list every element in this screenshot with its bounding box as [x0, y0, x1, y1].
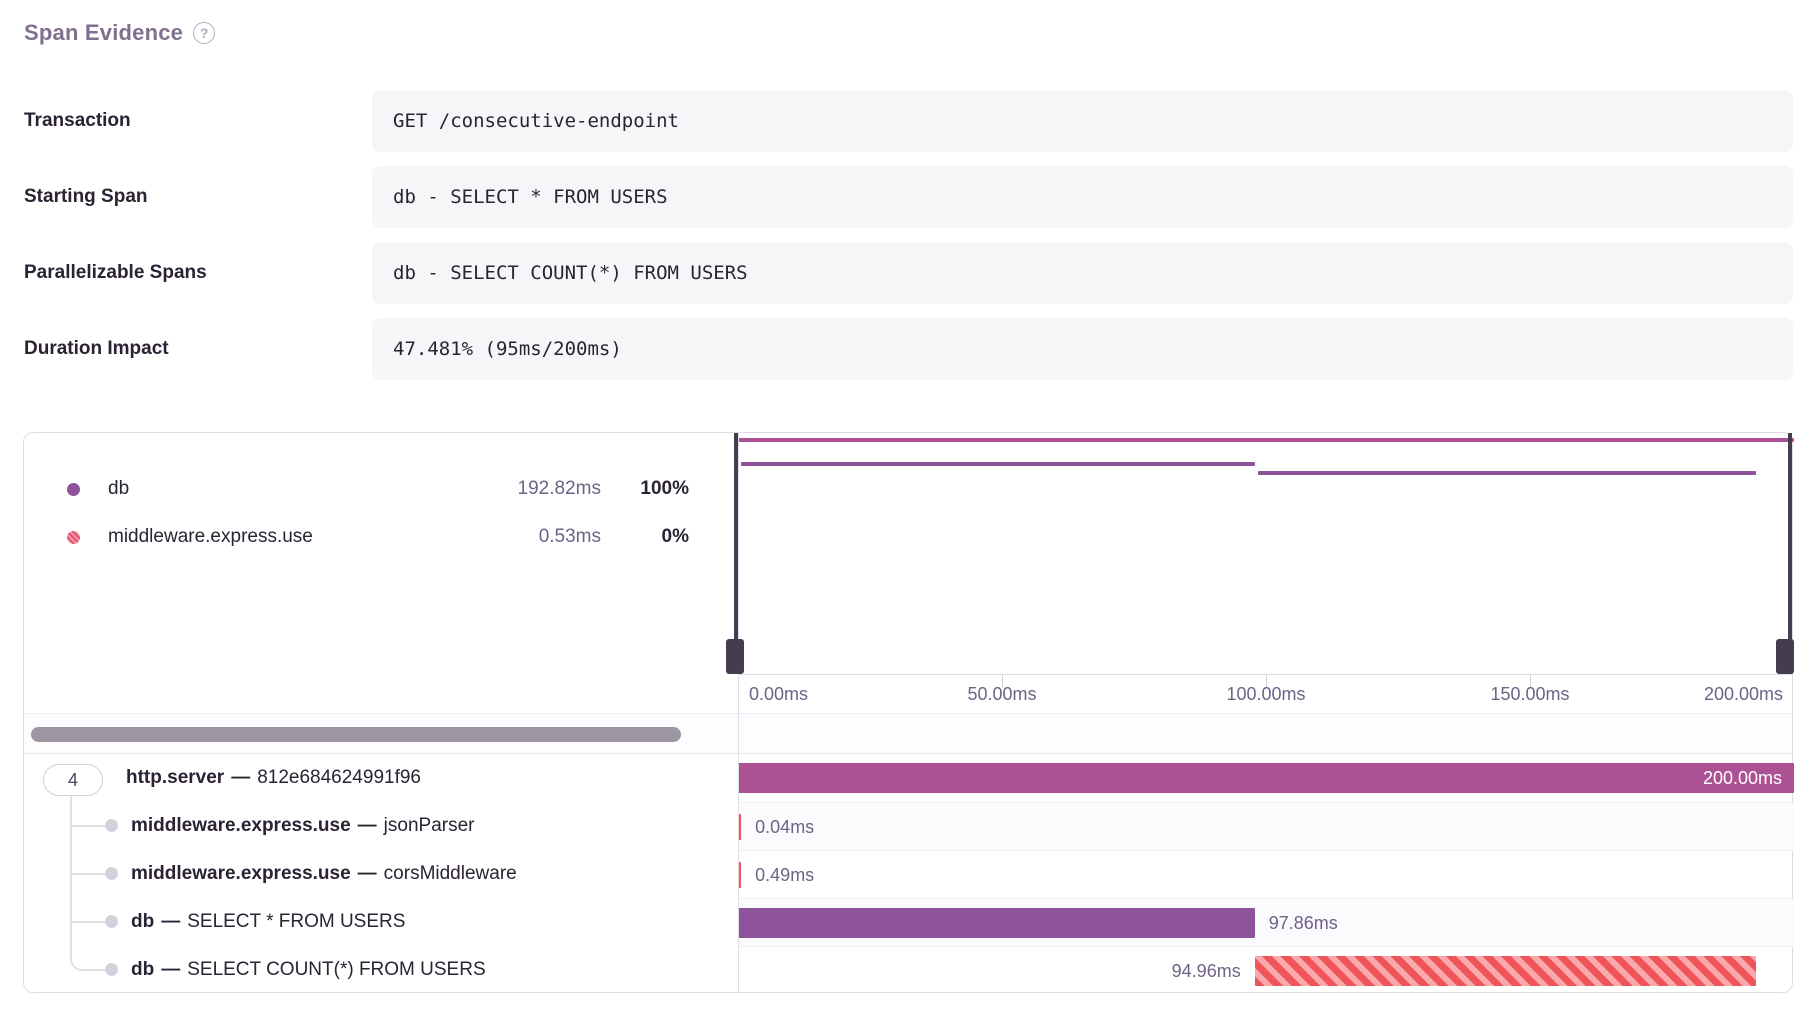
span-op: middleware.express.use	[131, 863, 351, 884]
span-op: db	[131, 959, 154, 980]
tree-node-dot	[105, 819, 118, 832]
separator: —	[161, 959, 180, 980]
axis-label: 50.00ms	[967, 675, 1036, 714]
minimap-right-handle[interactable]	[1776, 639, 1794, 674]
minimap-right-boundary	[1788, 433, 1792, 639]
minimap-span-db-select	[741, 462, 1255, 466]
pane-divider	[738, 433, 739, 992]
legend-name: db	[108, 478, 471, 500]
span-op: db	[131, 911, 154, 932]
span-bar-http-server[interactable]: 200.00ms	[738, 763, 1794, 793]
span-duration-label: 97.86ms	[1269, 899, 1338, 947]
separator: —	[358, 863, 377, 884]
field-label: Duration Impact	[24, 318, 169, 380]
tree-guide-connector	[71, 921, 105, 923]
field-value: 47.481% (95ms/200ms)	[372, 318, 1793, 380]
timeline-minimap[interactable]	[738, 433, 1794, 674]
span-title-db-select[interactable]: db — SELECT * FROM USERS	[131, 898, 405, 946]
time-axis: 0.00ms 50.00ms 100.00ms 150.00ms 200.00m…	[738, 674, 1794, 713]
span-title-db-count[interactable]: db — SELECT COUNT(*) FROM USERS	[131, 946, 486, 994]
tree-guide-line	[70, 796, 72, 934]
field-value: db - SELECT COUNT(*) FROM USERS	[372, 242, 1793, 304]
legend-duration: 0.53ms	[471, 526, 601, 548]
scrollbar-thumb[interactable]	[31, 727, 681, 742]
minimap-span-db-count	[1258, 471, 1757, 475]
tree-guide-connector	[71, 825, 105, 827]
axis-label: 200.00ms	[1704, 675, 1783, 714]
separator: —	[231, 767, 250, 788]
minimap-span-http-server	[738, 438, 1794, 442]
span-description: 812e684624991f96	[257, 767, 421, 788]
field-value: db - SELECT * FROM USERS	[372, 166, 1793, 228]
span-description: corsMiddleware	[384, 863, 517, 884]
span-bar-row-jsonparser: 0.04ms	[738, 802, 1794, 850]
field-row-parallelizable-spans: Parallelizable Spans db - SELECT COUNT(*…	[24, 242, 1793, 304]
span-bar-row-http-server: 200.00ms	[738, 754, 1794, 802]
legend: db 192.82ms 100% middleware.express.use …	[24, 465, 718, 561]
span-title-jsonparser[interactable]: middleware.express.use — jsonParser	[131, 802, 475, 850]
span-description: SELECT * FROM USERS	[187, 911, 405, 932]
span-evidence-panel: Span Evidence ? Transaction GET /consecu…	[0, 0, 1820, 1020]
span-title-corsmiddleware[interactable]: middleware.express.use — corsMiddleware	[131, 850, 517, 898]
minimap-left-handle[interactable]	[726, 639, 744, 674]
span-bar-row-corsmiddleware: 0.49ms	[738, 850, 1794, 898]
legend-dot-middleware-icon	[67, 531, 80, 544]
span-bar-db-count[interactable]	[1255, 956, 1756, 986]
separator: —	[358, 815, 377, 836]
field-row-duration-impact: Duration Impact 47.481% (95ms/200ms)	[24, 318, 1793, 380]
span-description: SELECT COUNT(*) FROM USERS	[187, 959, 485, 980]
legend-item-middleware[interactable]: middleware.express.use 0.53ms 0%	[24, 513, 718, 561]
span-title-http-server[interactable]: http.server — 812e684624991f96	[126, 754, 421, 802]
span-bar-db-select[interactable]	[738, 908, 1255, 938]
tree-guide-corner	[70, 924, 106, 971]
span-bar-row-db-count: 94.96ms	[738, 946, 1794, 994]
legend-percent: 100%	[601, 478, 689, 500]
span-waterfall-card: db 192.82ms 100% middleware.express.use …	[23, 432, 1793, 993]
tree-node-dot	[105, 915, 118, 928]
span-description: jsonParser	[384, 815, 475, 836]
header: Span Evidence ?	[24, 20, 215, 46]
legend-item-db[interactable]: db 192.82ms 100%	[24, 465, 718, 513]
tree-node-dot	[105, 867, 118, 880]
legend-name: middleware.express.use	[108, 526, 471, 548]
span-duration-label: 0.04ms	[755, 803, 814, 851]
children-count-badge[interactable]: 4	[43, 764, 103, 796]
tree-node-dot	[105, 963, 118, 976]
field-row-transaction: Transaction GET /consecutive-endpoint	[24, 90, 1793, 152]
span-op: http.server	[126, 767, 224, 788]
axis-label: 150.00ms	[1490, 675, 1569, 714]
field-label: Starting Span	[24, 166, 148, 228]
axis-label: 0.00ms	[749, 675, 808, 714]
span-op: middleware.express.use	[131, 815, 351, 836]
span-duration-label: 0.49ms	[755, 851, 814, 899]
separator: —	[161, 911, 180, 932]
legend-dot-db-icon	[67, 483, 80, 496]
tree-guide-connector	[71, 873, 105, 875]
axis-label: 100.00ms	[1226, 675, 1305, 714]
minimap-left-boundary	[734, 433, 738, 639]
span-duration-label: 200.00ms	[1703, 763, 1782, 793]
help-icon[interactable]: ?	[193, 22, 215, 44]
field-label: Parallelizable Spans	[24, 242, 207, 304]
field-value: GET /consecutive-endpoint	[372, 90, 1793, 152]
field-row-starting-span: Starting Span db - SELECT * FROM USERS	[24, 166, 1793, 228]
legend-percent: 0%	[601, 526, 689, 548]
span-duration-label: 94.96ms	[1172, 947, 1241, 995]
legend-duration: 192.82ms	[471, 478, 601, 500]
page-title: Span Evidence	[24, 20, 183, 46]
span-bar-row-db-select: 97.86ms	[738, 898, 1794, 946]
field-label: Transaction	[24, 90, 131, 152]
horizontal-scrollbar[interactable]	[24, 713, 1792, 754]
